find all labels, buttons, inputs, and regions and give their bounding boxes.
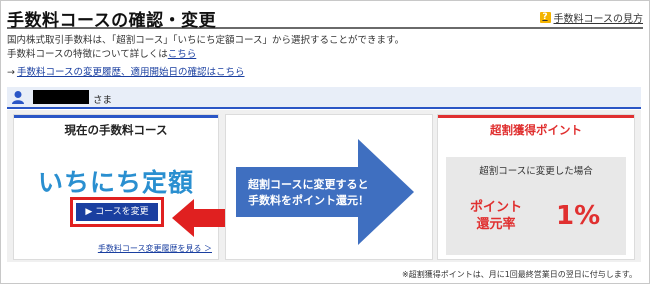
points-box: 超割コースに変更した場合 ポイント 還元率 1% [446,157,626,255]
question-icon: ? [539,12,551,23]
points-caption: 超割コースに変更した場合 [479,166,593,177]
promo-text: 超割コースに変更すると 手数料をポイント還元！ [248,177,398,209]
history-line: → 手数料コースの変更履歴、適用開始日の確認はこちら [7,64,245,78]
current-plan-heading: 現在の手数料コース [14,115,218,137]
points-rate-value: 1% [556,201,601,231]
current-plan-panel: 現在の手数料コース いちにち定額 ▶ コースを変更 手数料コース変更履歴を見る … [13,114,228,260]
promo-line-2: 手数料をポイント還元！ [248,194,369,207]
page-frame: 手数料コースの確認・変更 ? 手数料コースの見方 国内株式取引手数料は、「超割コ… [0,0,650,284]
user-suffix: さま [93,95,113,106]
course-history-link[interactable]: 手数料コース変更履歴を見る ＞ [98,243,212,254]
intro-line-2: 手数料コースの特徴について詳しくはこちら [7,48,637,62]
change-history-link[interactable]: 手数料コースの変更履歴、適用開始日の確認はこちら [17,67,245,78]
intro-text: 国内株式取引手数料は、「超割コース」「いちにち定額コース」から選択することができ… [7,34,637,62]
promo-panel: 超割コースに変更すると 手数料をポイント還元！ [225,114,433,260]
help-link-label: 手数料コースの見方 [553,14,644,25]
footer-note: ※超割獲得ポイントは、月に1回最終営業日の翌日に付与します。 [402,270,637,279]
help-link[interactable]: ? 手数料コースの見方 [539,10,644,25]
intro-line-2-text: 手数料コースの特徴について詳しくは [7,49,168,60]
points-panel: 超割獲得ポイント 超割コースに変更した場合 ポイント 還元率 1% [437,114,635,260]
page-header: 手数料コースの確認・変更 ? 手数料コースの見方 [7,5,644,31]
arrow-right-icon: → [7,67,15,78]
points-rate-label: ポイント 還元率 [470,199,522,233]
intro-line-1: 国内株式取引手数料は、「超割コース」「いちにち定額コース」から選択することができ… [7,35,405,46]
points-heading: 超割獲得ポイント [438,115,634,137]
points-rate-label-1: ポイント [470,200,523,215]
redacted-username [33,90,89,104]
current-plan-name: いちにち定額 [37,168,194,197]
course-panels: 現在の手数料コース いちにち定額 ▶ コースを変更 手数料コース変更履歴を見る … [7,110,641,262]
features-link[interactable]: こちら [168,49,197,60]
user-bar: さま [7,87,641,109]
person-icon [12,91,24,104]
change-course-button[interactable]: ▶ コースを変更 [76,203,158,221]
points-rate-label-2: 還元率 [476,217,516,232]
red-arrow-icon [172,199,228,237]
change-button-highlight: ▶ コースを変更 [70,197,164,227]
page-title: 手数料コースの確認・変更 [7,11,217,31]
promo-line-1: 超割コースに変更すると [248,178,369,191]
